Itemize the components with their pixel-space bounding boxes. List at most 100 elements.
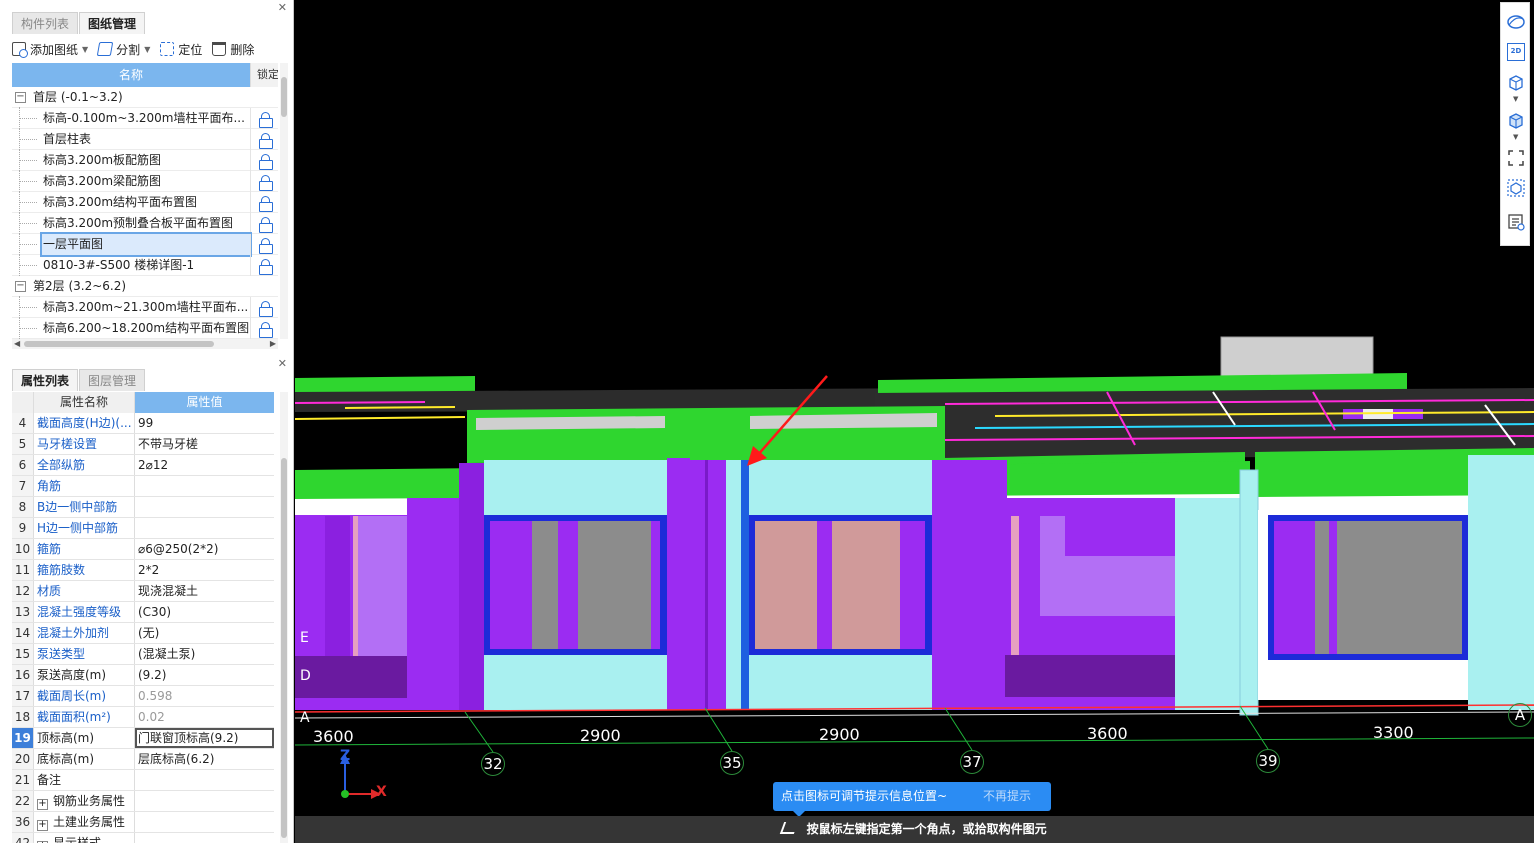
property-row[interactable]: 20 底标高(m) 层底标高(6.2) xyxy=(12,749,274,770)
dismiss-hint-link[interactable]: 不再提示 xyxy=(983,782,1031,811)
lock-icon[interactable] xyxy=(250,255,278,276)
tree-group[interactable]: − 首层 (-0.1~3.2) xyxy=(12,87,278,108)
lock-icon[interactable] xyxy=(250,171,278,192)
lock-icon[interactable] xyxy=(250,150,278,171)
property-row[interactable]: 10 箍筋 ⌀6@250(2*2) xyxy=(12,539,274,560)
hint-tooltip[interactable]: 点击图标可调节提示信息位置~ 不再提示 xyxy=(773,782,1051,817)
property-value[interactable] xyxy=(135,791,274,811)
scroll-left-icon[interactable]: ◀ xyxy=(14,339,20,348)
3d-box-icon[interactable] xyxy=(1507,73,1525,91)
property-row[interactable]: 17 截面周长(m) 0.598 xyxy=(12,686,274,707)
locate-button[interactable]: 定位 xyxy=(160,41,202,58)
tree-item[interactable]: 标高3.200m~21.300m墙柱平面布... xyxy=(12,296,278,318)
selected-column[interactable] xyxy=(741,460,749,710)
property-value[interactable]: 0.598 xyxy=(135,686,274,706)
property-row[interactable]: 5 马牙槎设置 不带马牙槎 xyxy=(12,434,274,455)
axis-bubble[interactable]: 32 xyxy=(481,752,505,776)
axis-bubble[interactable]: A xyxy=(1508,703,1532,727)
property-row[interactable]: 9 H边一侧中部筋 xyxy=(12,518,274,539)
properties-icon[interactable] xyxy=(1507,213,1525,231)
chevron-down-icon[interactable]: ▼ xyxy=(82,45,88,54)
scroll-right-icon[interactable]: ▶ xyxy=(270,339,276,348)
delete-button[interactable]: 删除 xyxy=(212,41,254,58)
lock-icon[interactable] xyxy=(250,213,278,234)
property-row[interactable]: 22 + 钢筋业务属性 xyxy=(12,791,274,812)
chevron-down-icon[interactable]: ▼ xyxy=(1513,133,1518,141)
glass-bay[interactable] xyxy=(1175,498,1240,710)
property-row[interactable]: 4 截面高度(H边)(... 99 xyxy=(12,413,274,434)
2d-view-icon[interactable]: 2D xyxy=(1507,43,1525,61)
glass-bay[interactable] xyxy=(1468,455,1534,710)
property-row[interactable]: 7 角筋 xyxy=(12,476,274,497)
lock-icon[interactable] xyxy=(250,108,278,129)
tree-item[interactable]: 标高6.200~18.200m结构平面布置图 xyxy=(12,317,278,339)
property-row[interactable]: 42+显示样式 xyxy=(12,833,274,843)
property-value[interactable]: 99 xyxy=(135,413,274,433)
tree-item[interactable]: 一层平面图 xyxy=(12,232,278,257)
property-row[interactable]: 6 全部纵筋 2⌀12 xyxy=(12,455,274,476)
fullscreen-icon[interactable] xyxy=(1507,149,1525,167)
property-value[interactable]: (C30) xyxy=(135,602,274,622)
drawing-tree-scrollbar[interactable] xyxy=(280,63,288,339)
property-row[interactable]: 12 材质 现浇混凝土 xyxy=(12,581,274,602)
lock-icon[interactable] xyxy=(250,192,278,213)
property-row[interactable]: 14 混凝土外加剂 (无) xyxy=(12,623,274,644)
building-3d-model[interactable] xyxy=(295,0,1534,843)
rooftop-box[interactable] xyxy=(1220,336,1374,380)
lock-icon[interactable] xyxy=(250,318,278,339)
property-value[interactable] xyxy=(135,833,274,843)
property-row[interactable]: 19 顶标高(m) 门联窗顶标高(9.2) xyxy=(12,728,274,749)
property-row[interactable]: 18 截面面积(m²) 0.02 xyxy=(12,707,274,728)
collapse-icon[interactable]: − xyxy=(15,92,26,103)
property-row[interactable]: 16 泵送高度(m) (9.2) xyxy=(12,665,274,686)
3d-viewport[interactable]: 3600 2900 2900 3600 3300 32 35 37 39 A E… xyxy=(295,0,1534,843)
property-value[interactable]: 门联窗顶标高(9.2) xyxy=(135,728,274,748)
property-value[interactable] xyxy=(135,770,274,790)
property-value[interactable]: (无) xyxy=(135,623,274,643)
wall[interactable] xyxy=(932,460,1007,710)
axis-bubble[interactable]: 37 xyxy=(960,750,984,774)
lock-icon[interactable] xyxy=(250,129,278,150)
lock-icon[interactable] xyxy=(250,297,278,318)
close-drawing-panel-icon[interactable]: ✕ xyxy=(278,1,287,14)
axis-bubble[interactable]: 39 xyxy=(1256,749,1280,773)
property-value[interactable]: (混凝土泵) xyxy=(135,644,274,664)
property-value[interactable] xyxy=(135,497,274,517)
column-header-name[interactable]: 名称 xyxy=(12,63,250,87)
property-value[interactable]: 2⌀12 xyxy=(135,455,274,475)
property-value[interactable]: 层底标高(6.2) xyxy=(135,749,274,769)
parapet-block[interactable] xyxy=(295,468,485,501)
split-button[interactable]: 分割 ▼ xyxy=(96,41,150,58)
property-value[interactable]: 0.02 xyxy=(135,707,274,727)
column[interactable] xyxy=(667,458,690,710)
property-row[interactable]: 21 备注 xyxy=(12,770,274,791)
property-value[interactable] xyxy=(135,812,274,832)
tree-item[interactable]: 0810-3#-S500 楼梯详图-1 xyxy=(12,254,278,276)
scrollbar-thumb[interactable] xyxy=(281,77,287,117)
property-scrollbar[interactable] xyxy=(280,392,288,843)
property-value[interactable] xyxy=(135,476,274,496)
tab-layer-management[interactable]: 图层管理 xyxy=(79,369,146,391)
chevron-down-icon[interactable]: ▼ xyxy=(144,45,150,54)
property-row[interactable]: 36 + 土建业务属性 xyxy=(12,812,274,833)
close-property-panel-icon[interactable]: ✕ xyxy=(278,357,287,370)
property-value[interactable]: ⌀6@250(2*2) xyxy=(135,539,274,559)
tree-item[interactable]: 标高-0.100m~3.200m墙柱平面布... xyxy=(12,107,278,129)
tree-group[interactable]: − 第2层 (3.2~6.2) xyxy=(12,276,278,297)
property-value[interactable]: 不带马牙槎 xyxy=(135,434,274,454)
property-value[interactable]: 现浇混凝土 xyxy=(135,581,274,601)
cube-view-icon[interactable] xyxy=(1507,179,1525,197)
orbit-icon[interactable] xyxy=(1507,13,1525,31)
lock-icon[interactable] xyxy=(250,234,278,255)
3d-box-solid-icon[interactable] xyxy=(1507,111,1525,129)
tree-item[interactable]: 标高3.200m板配筋图 xyxy=(12,149,278,171)
scrollbar-thumb[interactable] xyxy=(281,458,287,838)
property-row[interactable]: 8 B边一侧中部筋 xyxy=(12,497,274,518)
collapse-icon[interactable]: − xyxy=(15,281,26,292)
hscrollbar-thumb[interactable] xyxy=(24,341,214,347)
expand-icon[interactable]: + xyxy=(37,820,48,831)
column[interactable] xyxy=(726,460,742,710)
axis-bubble[interactable]: 35 xyxy=(720,751,744,775)
property-value[interactable]: (9.2) xyxy=(135,665,274,685)
column-header-lock[interactable]: 锁定 xyxy=(250,63,278,87)
